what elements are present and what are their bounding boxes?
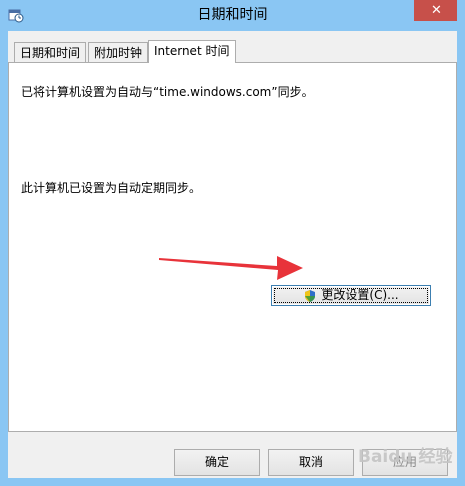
uac-shield-icon [305,289,316,302]
title-bar[interactable]: 日期和时间 ✕ [0,0,465,31]
tab-date-and-time[interactable]: 日期和时间 [14,42,86,62]
sync-status-text: 已将计算机设置为自动与“time.windows.com”同步。 [21,85,314,99]
close-button[interactable]: ✕ [414,0,459,21]
change-settings-button[interactable]: 更改设置(C)... [271,285,431,306]
red-arrow-annotation [159,256,303,280]
cancel-button[interactable]: 取消 [268,449,354,476]
tab-internet-time[interactable]: Internet 时间 [148,40,236,63]
tab-additional-clocks[interactable]: 附加时钟 [88,42,148,62]
baidu-watermark: Baidu 经验 [358,447,453,467]
change-settings-label: 更改设置(C)... [321,288,399,302]
window-border-left [0,0,8,486]
schedule-status-text: 此计算机已设置为自动定期同步。 [21,181,202,195]
date-time-dialog: 日期和时间 ✕ 日期和时间 附加时钟 Internet 时间 已将计算机设置为自… [0,0,465,486]
window-title: 日期和时间 [197,7,268,23]
ok-button[interactable]: 确定 [174,449,260,476]
window-border-bottom [0,478,465,486]
internet-time-panel: 已将计算机设置为自动与“time.windows.com”同步。 此计算机已设置… [8,62,457,432]
window-border-right [457,0,465,486]
